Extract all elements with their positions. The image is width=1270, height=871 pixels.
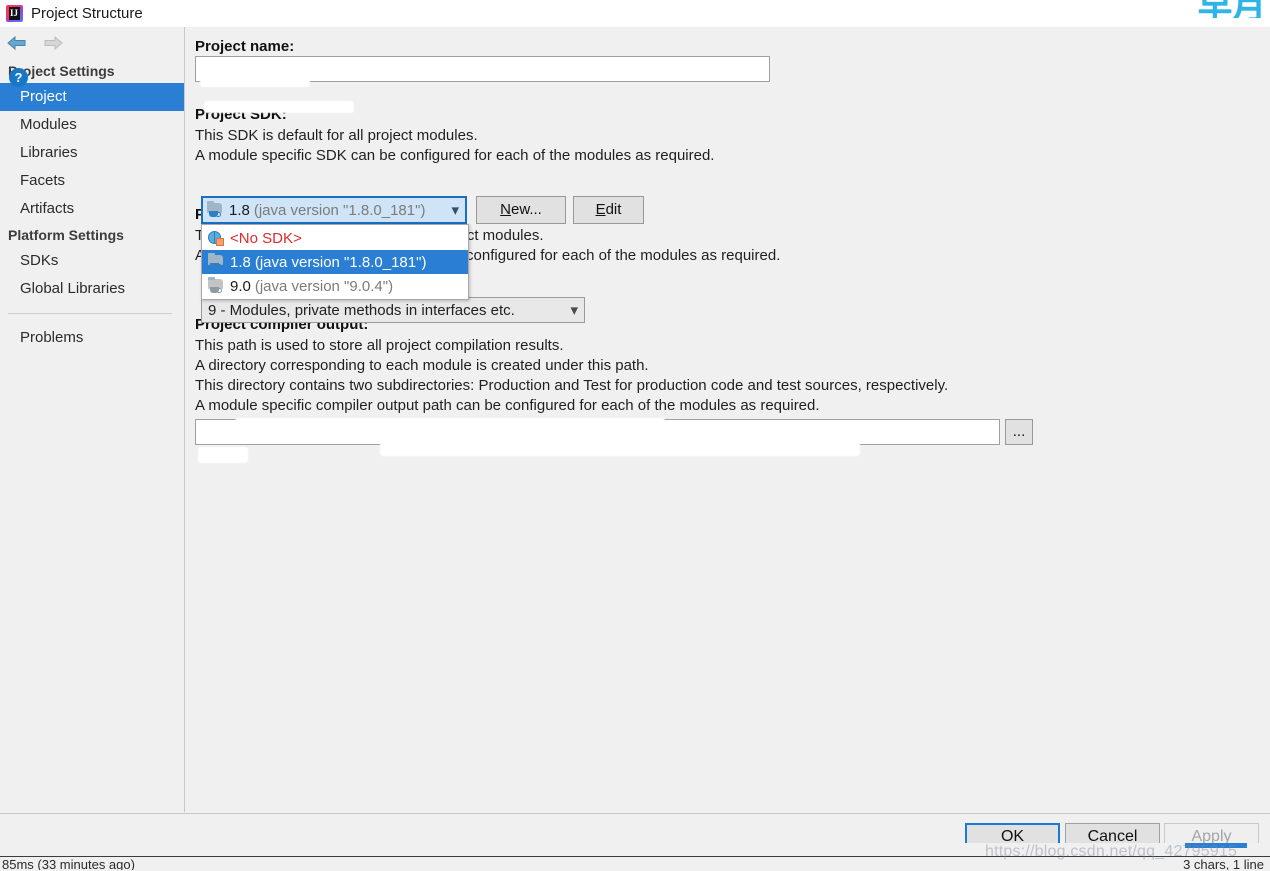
redaction-smudge	[235, 418, 665, 434]
redaction-smudge	[380, 442, 860, 456]
sidebar-item-sdks[interactable]: SDKs	[0, 247, 184, 275]
no-sdk-icon	[208, 230, 225, 246]
arrow-left-icon[interactable]	[6, 34, 28, 52]
project-compiler-output-desc-4: A module specific compiler output path c…	[195, 397, 820, 414]
project-language-level-value: 9 - Modules, private methods in interfac…	[208, 301, 515, 319]
sdk-option-1-8[interactable]: 1.8 (java version "1.8.0_181")	[202, 250, 468, 274]
sdk-option-no-sdk-label: <No SDK>	[230, 229, 302, 247]
intellij-idea-logo-icon: IJ	[6, 5, 23, 22]
top-right-glyphs: 早月	[1198, 0, 1266, 18]
status-bar-left-text: 85ms (33 minutes ago)	[2, 857, 135, 870]
sidebar-item-project[interactable]: Project	[0, 83, 184, 111]
sidebar-group-platform-settings: Platform Settings	[8, 227, 124, 243]
project-sdk-desc-2: A module specific SDK can be configured …	[195, 147, 715, 164]
new-button-mnemonic: N	[500, 201, 511, 218]
sidebar-item-problems[interactable]: Problems	[0, 324, 184, 352]
project-compiler-output-desc-3: This directory contains two subdirectori…	[195, 377, 949, 394]
redaction-smudge	[204, 101, 354, 113]
sdk-option-1-8-name: 1.8	[230, 253, 251, 271]
sidebar: Project Settings Project Modules Librari…	[0, 27, 185, 812]
sdk-icon-dim	[208, 276, 225, 294]
project-compiler-output-desc-1: This path is used to store all project c…	[195, 337, 564, 354]
sidebar-item-facets[interactable]: Facets	[0, 167, 184, 195]
sdk-option-1-8-version: (java version "1.8.0_181")	[254, 253, 427, 271]
redaction-smudge	[198, 447, 248, 463]
sdk-icon	[208, 252, 225, 270]
status-bar-right-text: 3 chars, 1 line	[1183, 857, 1264, 870]
sidebar-item-artifacts[interactable]: Artifacts	[0, 195, 184, 223]
new-button-label: ew...	[510, 201, 542, 218]
project-compiler-output-desc-2: A directory corresponding to each module…	[195, 357, 649, 374]
arrow-right-icon[interactable]	[42, 34, 64, 52]
compiler-output-browse-button[interactable]: ...	[1005, 419, 1033, 445]
help-question-icon[interactable]: ?	[9, 68, 28, 87]
sidebar-item-libraries[interactable]: Libraries	[0, 139, 184, 167]
edit-button-mnemonic: E	[595, 201, 606, 218]
sidebar-item-global-libraries[interactable]: Global Libraries	[0, 275, 184, 303]
window-title: Project Structure	[31, 5, 143, 22]
edit-sdk-button[interactable]: Edit	[573, 196, 644, 224]
ellipsis-icon: ...	[1012, 423, 1026, 440]
sdk-option-9-0-version: (java version "9.0.4")	[254, 277, 394, 295]
project-language-level-combobox[interactable]: 9 - Modules, private methods in interfac…	[201, 297, 585, 323]
project-sdk-desc-1: This SDK is default for all project modu…	[195, 127, 478, 144]
project-structure-dialog: Project Settings Project Modules Librari…	[0, 27, 1270, 871]
chevron-down-icon: ▾	[570, 302, 578, 319]
ide-status-bar: 85ms (33 minutes ago) 3 chars, 1 line	[0, 843, 1270, 870]
navigation-arrows	[0, 27, 184, 59]
sdk-option-9-0[interactable]: 9.0 (java version "9.0.4")	[202, 274, 468, 298]
sdk-icon	[207, 200, 224, 218]
new-sdk-button[interactable]: New...	[476, 196, 566, 224]
sdk-option-9-0-name: 9.0	[230, 277, 251, 295]
status-bar-divider	[0, 856, 1270, 857]
ide-progress-bar	[1185, 843, 1247, 848]
redaction-smudge	[200, 73, 310, 87]
sidebar-divider	[8, 313, 172, 314]
project-sdk-dropdown-popup[interactable]: <No SDK> 1.8 (java version "1.8.0_181") …	[201, 224, 469, 300]
sidebar-item-modules[interactable]: Modules	[0, 111, 184, 139]
sdk-option-no-sdk[interactable]: <No SDK>	[202, 226, 468, 250]
project-sdk-selected-version: (java version "1.8.0_181")	[253, 201, 426, 219]
project-sdk-combobox[interactable]: 1.8 (java version "1.8.0_181") ▾	[201, 196, 467, 224]
logo-text: IJ	[10, 8, 19, 18]
edit-button-label: dit	[605, 201, 622, 218]
project-name-label: Project name:	[195, 38, 295, 55]
chevron-down-icon: ▾	[451, 202, 459, 219]
project-sdk-selected-name: 1.8	[229, 201, 250, 219]
title-bar: IJ Project Structure 早月	[0, 0, 1270, 27]
